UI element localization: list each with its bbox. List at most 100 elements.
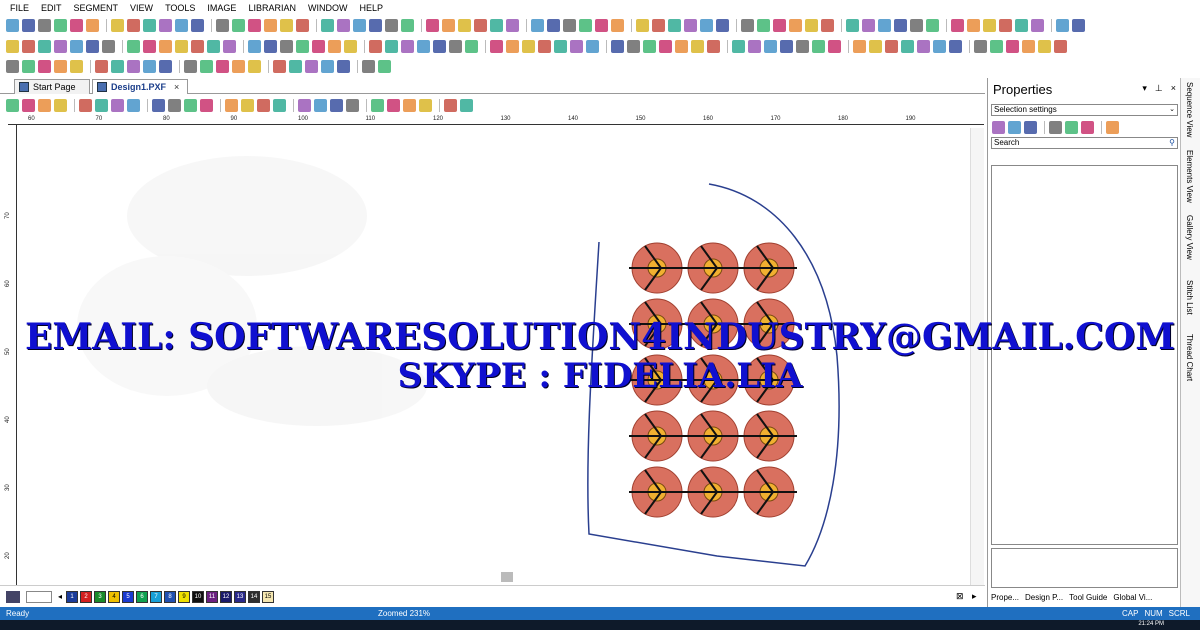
toolbar-tool-icon[interactable] [344,40,357,53]
thread-color-swatch[interactable]: 1 [66,590,79,603]
toolbar-tool-icon[interactable] [401,40,414,53]
toolbar-tool-icon[interactable] [298,98,311,112]
toolbar-tool-icon[interactable] [102,40,115,53]
thread-color-swatch[interactable]: 14 [248,590,261,603]
thread-color-swatch[interactable]: 3 [94,590,107,603]
toolbar-tool-icon[interactable] [1008,120,1021,134]
properties-search-input[interactable]: Search ⚲ [991,137,1178,149]
toolbar-tool-icon[interactable] [127,98,140,112]
toolbar-tool-icon[interactable] [207,40,220,53]
toolbar-tool-icon[interactable] [232,60,245,73]
toolbar-tool-icon[interactable] [216,19,229,32]
tab-design1[interactable]: Design1.PXF × [92,79,188,94]
toolbar-tool-icon[interactable] [611,40,624,53]
menu-window[interactable]: WINDOW [308,3,348,13]
toolbar-tool-icon[interactable] [86,40,99,53]
toolbar-tool-icon[interactable] [280,40,293,53]
toolbar-tool-icon[interactable] [554,40,567,53]
toolbar-tool-icon[interactable] [159,19,172,32]
toolbar-tool-icon[interactable] [184,60,197,73]
toolbar-tool-icon[interactable] [1024,120,1037,134]
palette-icon[interactable] [6,590,20,603]
toolbar-tool-icon[interactable] [1038,40,1051,53]
toolbar-tool-icon[interactable] [385,40,398,53]
toolbar-tool-icon[interactable] [312,40,325,53]
tab-stitch-list[interactable]: Stitch List [1185,280,1194,315]
toolbar-tool-icon[interactable] [458,19,471,32]
toolbar-tool-icon[interactable] [248,19,261,32]
toolbar-tool-icon[interactable] [6,98,19,112]
thread-color-swatch[interactable]: 7 [150,590,163,603]
toolbar-tool-icon[interactable] [885,40,898,53]
tab-start-page[interactable]: Start Page [14,79,90,94]
toolbar-tool-icon[interactable] [522,40,535,53]
toolbar-tool-icon[interactable] [878,19,891,32]
toolbar-tool-icon[interactable] [1031,19,1044,32]
toolbar-tool-icon[interactable] [152,98,165,112]
toolbar-tool-icon[interactable] [821,19,834,32]
toolbar-tool-icon[interactable] [789,19,802,32]
toolbar-tool-icon[interactable] [949,40,962,53]
toolbar-tool-icon[interactable] [853,40,866,53]
toolbar-tool-icon[interactable] [442,19,455,32]
toolbar-tool-icon[interactable] [675,40,688,53]
toolbar-tool-icon[interactable] [330,98,343,112]
toolbar-tool-icon[interactable] [732,40,745,53]
toolbar-tool-icon[interactable] [894,19,907,32]
toolbar-tool-icon[interactable] [70,19,83,32]
toolbar-tool-icon[interactable] [191,40,204,53]
toolbar-tool-icon[interactable] [54,19,67,32]
toolbar-tool-icon[interactable] [465,40,478,53]
thread-color-swatch[interactable]: 4 [108,590,121,603]
toolbar-tool-icon[interactable] [264,19,277,32]
toolbar-tool-icon[interactable] [184,98,197,112]
close-icon[interactable]: × [174,82,179,92]
toolbar-tool-icon[interactable] [707,40,720,53]
toolbar-tool-icon[interactable] [700,19,713,32]
canvas-horizontal-scroll-thumb[interactable] [501,572,513,582]
toolbar-tool-icon[interactable] [643,40,656,53]
toolbar-tool-icon[interactable] [652,19,665,32]
toolbar-tool-icon[interactable] [990,40,1003,53]
toolbar-tool-icon[interactable] [805,19,818,32]
toolbar-tool-icon[interactable] [433,40,446,53]
toolbar-tool-icon[interactable] [1054,40,1067,53]
toolbar-tool-icon[interactable] [1049,120,1062,134]
toolbar-tool-icon[interactable] [385,19,398,32]
toolbar-tool-icon[interactable] [22,19,35,32]
toolbar-tool-icon[interactable] [305,60,318,73]
toolbar-tool-icon[interactable] [54,40,67,53]
tab-design-properties[interactable]: Design P... [1025,593,1063,602]
toolbar-tool-icon[interactable] [748,40,761,53]
toolbar-tool-icon[interactable] [54,98,67,112]
toolbar-tool-icon[interactable] [490,19,503,32]
close-icon[interactable]: × [1171,83,1176,94]
toolbar-tool-icon[interactable] [812,40,825,53]
toolbar-tool-icon[interactable] [321,19,334,32]
toolbar-tool-icon[interactable] [1072,19,1085,32]
toolbar-tool-icon[interactable] [22,40,35,53]
toolbar-tool-icon[interactable] [627,40,640,53]
thread-color-swatch[interactable]: 6 [136,590,149,603]
tab-properties[interactable]: Prope... [991,593,1019,602]
toolbar-tool-icon[interactable] [983,19,996,32]
toolbar-tool-icon[interactable] [38,98,51,112]
toolbar-tool-icon[interactable] [901,40,914,53]
toolbar-tool-icon[interactable] [579,19,592,32]
toolbar-tool-icon[interactable] [1015,19,1028,32]
search-icon[interactable]: ⚲ [1169,138,1175,148]
toolbar-tool-icon[interactable] [337,60,350,73]
toolbar-tool-icon[interactable] [296,19,309,32]
toolbar-tool-icon[interactable] [933,40,946,53]
panel-menu-icon[interactable]: ▾ [1142,83,1147,94]
toolbar-tool-icon[interactable] [328,40,341,53]
toolbar-tool-icon[interactable] [586,40,599,53]
toolbar-tool-icon[interactable] [417,40,430,53]
toolbar-tool-icon[interactable] [474,19,487,32]
toolbar-tool-icon[interactable] [111,98,124,112]
toolbar-tool-icon[interactable] [999,19,1012,32]
toolbar-tool-icon[interactable] [200,98,213,112]
toolbar-tool-icon[interactable] [570,40,583,53]
toolbar-tool-icon[interactable] [159,60,172,73]
toolbar-tool-icon[interactable] [796,40,809,53]
